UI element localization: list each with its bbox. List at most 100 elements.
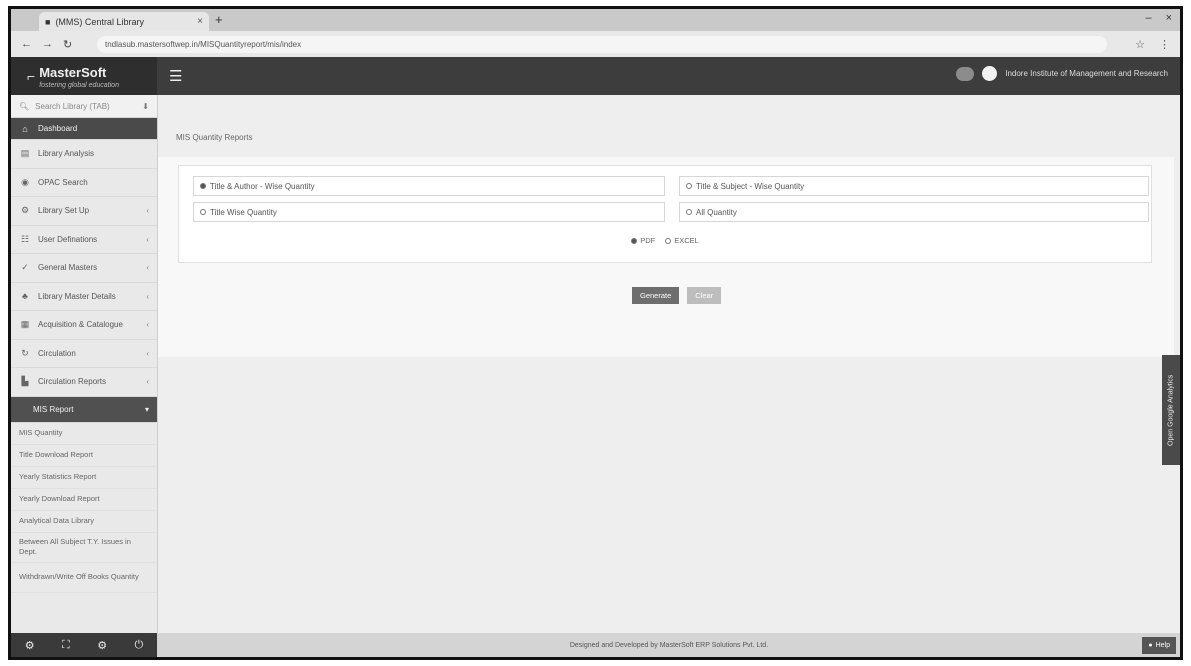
option-title-wise[interactable]: Title Wise Quantity: [193, 202, 665, 222]
chevron-icon: ‹: [146, 348, 149, 358]
sidebar-item-library-setup[interactable]: ⚙ Library Set Up ‹: [11, 197, 157, 226]
option-all-quantity[interactable]: All Quantity: [679, 202, 1149, 222]
favicon-icon: ■: [45, 16, 51, 27]
minimize-icon[interactable]: –: [1145, 12, 1151, 24]
settings-icon[interactable]: ⚙: [25, 639, 35, 652]
format-excel-label: EXCEL: [674, 236, 699, 245]
chevron-icon: ‹: [146, 234, 149, 244]
reports-icon: ▙: [21, 376, 29, 387]
search-input[interactable]: Search Library (TAB): [35, 102, 136, 111]
report-options-panel: Title & Author - Wise Quantity Title & S…: [178, 165, 1152, 263]
page-footer: Designed and Developed by MasterSoft ERP…: [158, 633, 1180, 657]
format-excel[interactable]: EXCEL: [665, 236, 699, 245]
sidebar-subitem-withdrawn-books[interactable]: Withdrawn/Write Off Books Quantity: [11, 563, 157, 593]
sidebar-item-library-master-details[interactable]: ♣ Library Master Details ‹: [11, 283, 157, 311]
sidebar: 🔍︎ Search Library (TAB) ⬇ ⌂ Dashboard ▤ …: [11, 95, 158, 657]
sidebar-item-label: Acquisition & Catalogue: [38, 320, 123, 330]
user-icon: ☷: [20, 233, 30, 244]
analysis-icon: ▤: [20, 148, 30, 159]
sidebar-item-library-analysis[interactable]: ▤ Library Analysis: [11, 140, 157, 169]
setup-icon: ⚙: [20, 205, 30, 216]
sidebar-item-circulation[interactable]: ↻ Circulation ‹: [11, 340, 157, 368]
main-content: MIS Quantity Reports Title & Author - Wi…: [158, 95, 1180, 657]
notification-icon[interactable]: [956, 66, 975, 81]
url-input[interactable]: tndlasub.mastersoftwep.in/MISQuantityrep…: [97, 35, 1107, 53]
search-icon: ◉: [21, 176, 29, 187]
option-title-author[interactable]: Title & Author - Wise Quantity: [193, 176, 665, 196]
bookmark-star-icon[interactable]: ☆: [1135, 38, 1145, 51]
sidebar-item-opac-search[interactable]: ◉ OPAC Search: [11, 169, 157, 197]
logo-name: MasterSoft: [39, 64, 107, 80]
help-label: Help: [1155, 642, 1170, 649]
catalogue-icon: ▦: [20, 319, 30, 330]
sidebar-search: 🔍︎ Search Library (TAB) ⬇: [11, 95, 157, 118]
sidebar-item-label: General Masters: [38, 263, 98, 273]
sidebar-item-label: Dashboard: [38, 124, 78, 133]
clear-button[interactable]: Clear: [687, 287, 722, 304]
sidebar-subitem-between-all-subject[interactable]: Between All Subject T.Y. Issues in Dept.: [11, 533, 157, 563]
user-name[interactable]: Indore Institute of Management and Resea…: [1005, 69, 1168, 78]
power-icon[interactable]: ⏻: [135, 639, 144, 652]
browser-actions: ☆ ⋮: [1135, 38, 1180, 51]
sidebar-item-circulation-reports[interactable]: ▙ Circulation Reports ‹: [11, 368, 157, 397]
radio-icon: [686, 183, 692, 189]
sidebar-item-general-masters[interactable]: ✓ General Masters ‹: [11, 254, 157, 283]
radio-icon: [200, 209, 206, 215]
option-label: Title & Author - Wise Quantity: [210, 181, 315, 191]
sidebar-subitem-yearly-download-report[interactable]: Yearly Download Report: [11, 489, 157, 511]
logo-mark-icon: ⌐: [27, 68, 36, 84]
sidebar-item-mis-report[interactable]: MIS Report ▾: [11, 396, 157, 423]
sidebar-item-acquisition-catalogue[interactable]: ▦ Acquisition & Catalogue ‹: [11, 311, 157, 340]
chevron-icon: ‹: [146, 320, 149, 330]
sidebar-item-label: MIS Report: [33, 404, 74, 414]
logo[interactable]: ⌐ MasterSoft fostering global education: [11, 57, 157, 95]
hamburger-menu-icon[interactable]: ☰: [169, 67, 182, 85]
gear-icon[interactable]: ⚙: [97, 639, 107, 652]
circulation-icon: ↻: [21, 347, 29, 358]
browser-tab-title: (MMS) Central Library: [55, 16, 144, 27]
fullscreen-icon[interactable]: ⛶: [62, 639, 70, 652]
header-user-area: Indore Institute of Management and Resea…: [956, 66, 1168, 81]
reload-icon[interactable]: ↻: [63, 38, 72, 51]
masters-icon: ✓: [21, 262, 29, 273]
sidebar-item-label: Library Analysis: [38, 149, 95, 159]
sidebar-item-label: User Definations: [38, 234, 98, 244]
option-title-subject[interactable]: Title & Subject - Wise Quantity: [679, 176, 1149, 196]
avatar[interactable]: [982, 66, 998, 81]
tab-close-icon[interactable]: ×: [197, 16, 203, 27]
window-controls: – ×: [1145, 12, 1172, 24]
chevron-icon: ‹: [146, 263, 149, 273]
format-pdf-label: PDF: [640, 236, 656, 245]
sidebar-subitem-title-download-report[interactable]: Title Download Report: [11, 445, 157, 467]
pin-icon[interactable]: ⬇: [142, 102, 149, 111]
new-tab-button[interactable]: +: [215, 12, 223, 27]
app-header: ⌐ MasterSoft fostering global education …: [11, 57, 1180, 95]
sidebar-subitem-mis-quantity[interactable]: MIS Quantity: [11, 423, 157, 445]
sidebar-subitem-yearly-statistics-report[interactable]: Yearly Statistics Report: [11, 467, 157, 489]
close-window-icon[interactable]: ×: [1166, 12, 1172, 24]
sidebar-item-label: OPAC Search: [38, 177, 88, 187]
browser-menu-icon[interactable]: ⋮: [1159, 38, 1170, 51]
chevron-icon: ‹: [146, 377, 149, 387]
sidebar-subitem-analytical-data-library[interactable]: Analytical Data Library: [11, 511, 157, 533]
details-icon: ♣: [22, 291, 28, 302]
google-analytics-tab[interactable]: Open Google Analytics: [1162, 355, 1180, 465]
chevron-down-icon: ▾: [144, 404, 149, 414]
generate-button[interactable]: Generate: [632, 287, 680, 304]
sidebar-item-label: Circulation Reports: [38, 377, 107, 387]
screenshot-frame: ■ (MMS) Central Library × + – × ← → ↻ tn…: [8, 6, 1183, 660]
logo-tagline: fostering global education: [39, 81, 119, 89]
address-bar: ← → ↻ tndlasub.mastersoftwep.in/MISQuant…: [11, 31, 1180, 58]
radio-icon: [686, 209, 692, 215]
browser-tab[interactable]: ■ (MMS) Central Library ×: [39, 12, 209, 31]
sidebar-item-dashboard[interactable]: ⌂ Dashboard: [11, 118, 157, 140]
radio-icon: [665, 237, 672, 244]
navigation-buttons: ← → ↻: [11, 38, 91, 51]
help-button[interactable]: ● Help: [1142, 637, 1176, 654]
action-buttons: Generate Clear: [632, 287, 722, 304]
format-pdf[interactable]: PDF: [631, 236, 655, 245]
back-icon[interactable]: ←: [21, 38, 32, 51]
sidebar-item-label: Circulation: [38, 348, 76, 358]
sidebar-item-user-definations[interactable]: ☷ User Definations ‹: [11, 226, 157, 254]
forward-icon[interactable]: →: [42, 38, 53, 51]
